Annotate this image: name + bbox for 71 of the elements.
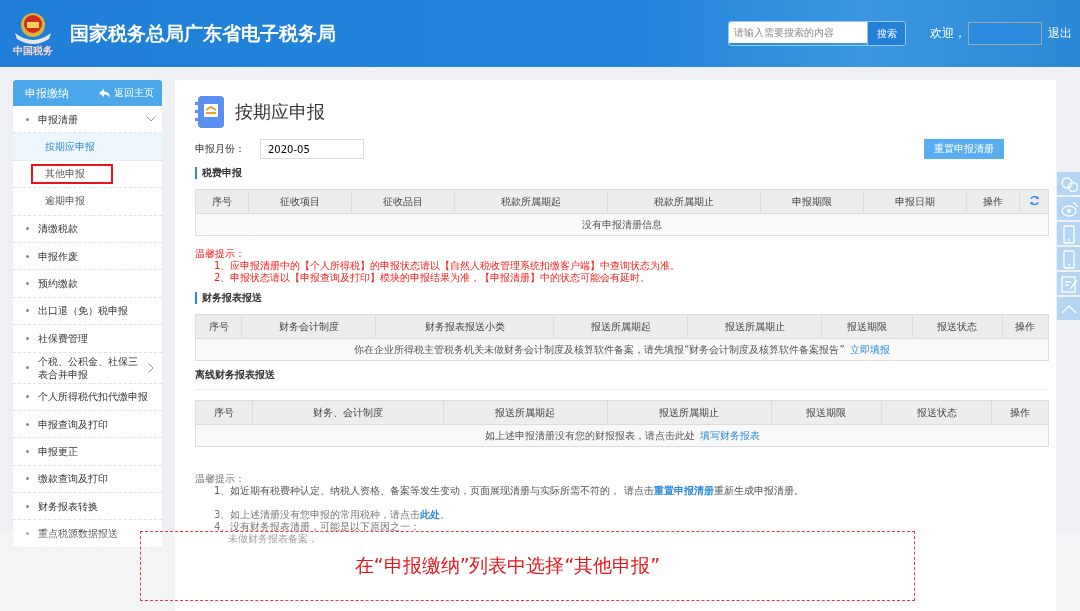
column-header: 报送期限: [771, 400, 882, 425]
month-field[interactable]: 2020-05: [260, 139, 364, 159]
column-header: 报送所属期起: [553, 314, 688, 339]
column-header: 征收品目: [351, 189, 455, 214]
section-title: 税费申报: [195, 167, 1049, 179]
sidebar-item[interactable]: 出口退（免）税申报: [13, 297, 162, 326]
column-header: 报送所属期止: [687, 314, 822, 339]
tip-line: 未做财务报表备案，: [227, 533, 319, 545]
site-title: 国家税务总局广东省电子税务局: [70, 20, 337, 46]
column-header: 征收项目: [248, 189, 352, 214]
annotation-text: 在“申报缴纳”列表中选择“其他申报”: [354, 553, 661, 578]
notice-line: 1、应申报清册中的【个人所得税】的申报状态请以【自然人税收管理系统扣缴客户端】中查询状态为准。: [213, 260, 682, 272]
column-header: 报送所属期止: [607, 400, 772, 425]
column-header: 操作: [966, 189, 1020, 214]
column-header: 申报期限: [760, 189, 864, 214]
logo-caption: 中国税务: [13, 44, 53, 57]
column-header: 序号: [195, 314, 242, 339]
sidebar-item[interactable]: 申报作废: [13, 242, 162, 271]
sidebar-item[interactable]: 重点税源数据报送: [13, 520, 162, 548]
tip-line: 4、没有财务报表清册，可能是以下原因之一：: [213, 521, 422, 533]
sidebar-title: 申报缴纳: [25, 85, 69, 101]
column-header: 申报日期: [863, 189, 967, 214]
column-header: 报送状态: [912, 314, 1003, 339]
empty-message: 如上述申报清册没有您的财报报表，请点击此处: [484, 429, 695, 441]
page-title: 按期应申报: [235, 100, 325, 124]
notebook-icon: [195, 95, 225, 129]
sidebar-item[interactable]: 财务报表转换: [13, 493, 162, 521]
sidebar-item[interactable]: 清缴税款: [13, 215, 162, 243]
column-header: 操作: [991, 400, 1049, 425]
sidebar-item[interactable]: 申报查询及打印: [13, 410, 162, 439]
column-header: 操作: [1002, 314, 1049, 339]
column-header: 财务会计制度: [241, 314, 376, 339]
sidebar-subitem[interactable]: 逾期申报: [13, 188, 162, 216]
search-field[interactable]: 请输入需要搜索的内容: [729, 22, 867, 43]
column-header: 税款所属期止: [607, 189, 761, 214]
tips-title: 温馨提示：: [195, 473, 246, 485]
sidebar-item[interactable]: 预约缴款: [13, 270, 162, 298]
sidebar-item[interactable]: 个人所得税代扣代缴申报: [13, 383, 162, 411]
column-header: 税款所属期起: [454, 189, 608, 214]
notice-title: 温馨提示：: [195, 248, 246, 260]
sidebar-item[interactable]: 缴款查询及打印: [13, 465, 162, 494]
search-button[interactable]: 搜索: [867, 22, 905, 45]
sidebar-item[interactable]: 申报更正: [13, 438, 162, 466]
column-header: 序号: [195, 189, 249, 214]
sidebar-subitem[interactable]: 按期应申报: [13, 133, 162, 161]
section-title: 离线财务报表报送: [195, 369, 1049, 390]
sidebar-subitem[interactable]: 其他申报: [13, 160, 162, 189]
table-cell: 没有申报清册信息: [195, 213, 1049, 236]
highlighted-label[interactable]: 其他申报: [31, 163, 113, 184]
column-header: 报送期限: [821, 314, 913, 339]
tip-line: 1、如近期有税费种认定、纳税人资格、备案等发生变动，页面展现清册与实际所需不符的， 请点击重置申报清册重新生成申报清册。: [213, 485, 805, 497]
reset-link[interactable]: 重置申报清册: [653, 485, 714, 496]
notice-line: 2、申报状态请以【申报查询及打印】模块的申报结果为准，【申报清册】中的状态可能会有延时。: [213, 272, 652, 284]
sidebar-item[interactable]: 社保费管理: [13, 325, 162, 353]
column-header: 财务、会计制度: [252, 400, 444, 425]
logout-link[interactable]: 退出: [1048, 25, 1072, 42]
section-title: 财务报表报送: [195, 292, 1049, 304]
fill-in-link[interactable]: 填写财务报表: [699, 429, 760, 441]
return-icon: [99, 88, 110, 98]
welcome-text: 欢迎，: [930, 25, 966, 42]
refresh-icon[interactable]: [1028, 195, 1040, 206]
tip-line: 3、如上述清册没有您申报的常用税种，请点击此处。: [213, 509, 452, 521]
month-label: 申报月份：: [195, 142, 246, 156]
column-header: 序号: [195, 400, 252, 425]
edit-icon[interactable]: [1058, 273, 1079, 294]
column-header: 报送所属期起: [443, 400, 608, 425]
fill-in-link[interactable]: 立即填报: [849, 343, 890, 355]
column-header: 报送状态: [881, 400, 992, 425]
column-header: 财务报表报送小类: [375, 314, 554, 339]
empty-message: 你在企业所得税主管税务机关未做财务会计制度及核算软件备案，请先填报“财务会计制度及核算软件备案报告”: [354, 343, 845, 355]
sidebar-item[interactable]: 个税、公积金、社保三表合并申报: [13, 352, 162, 384]
